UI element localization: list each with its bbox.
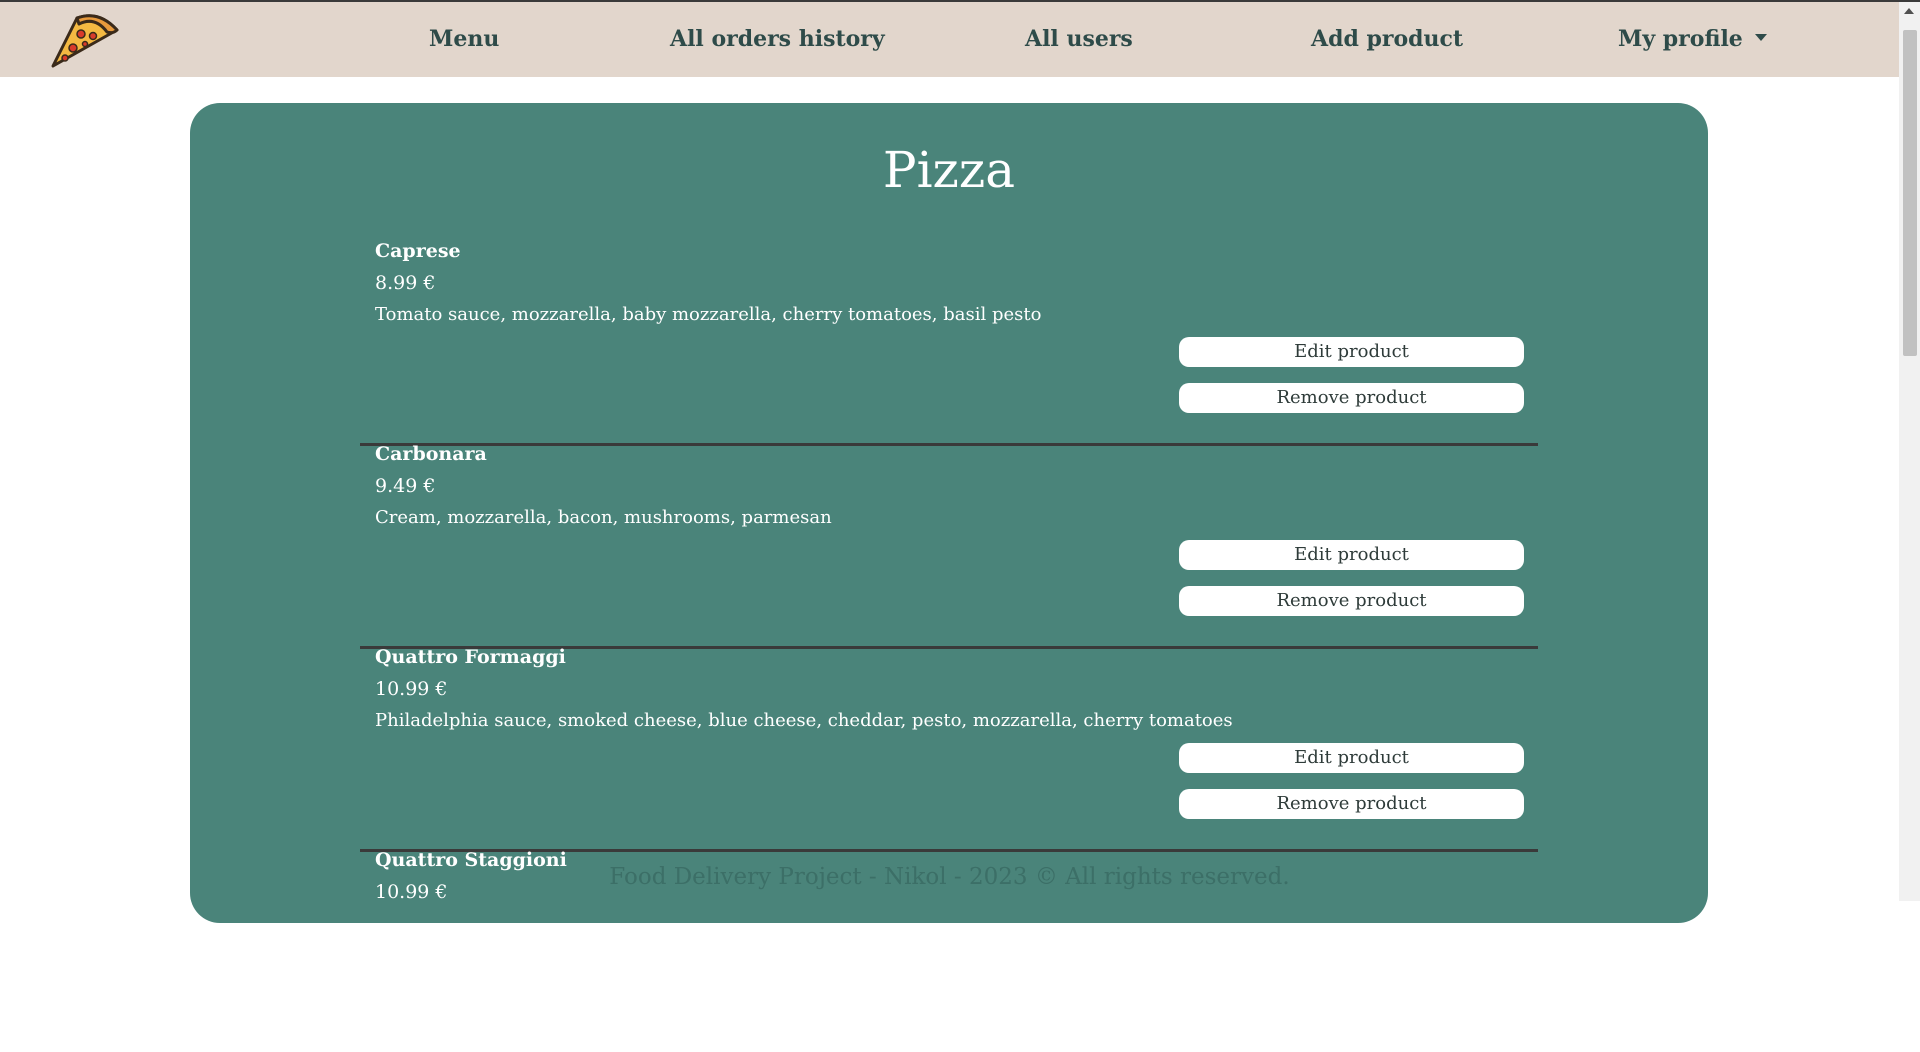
product-description: Cream, mozzarella, bacon, mushrooms, par…: [375, 507, 832, 528]
product-name: Carbonara: [375, 443, 487, 465]
chevron-down-icon: [1754, 33, 1767, 41]
footer-copyright: Food Delivery Project - Nikol - 2023 © A…: [609, 864, 1290, 890]
remove-product-button[interactable]: Remove product: [1179, 586, 1524, 616]
profile-label: My profile: [1618, 26, 1743, 52]
nav-my-profile-dropdown[interactable]: My profile: [1618, 24, 1767, 54]
nav-menu[interactable]: Menu: [429, 24, 499, 54]
pizza-slice-icon[interactable]: [47, 8, 123, 72]
product-list-panel: Pizza Caprese 8.99 € Tomato sauce, mozza…: [190, 103, 1708, 923]
product-item: Caprese 8.99 € Tomato sauce, mozzarella,…: [360, 240, 1538, 446]
vertical-scrollbar[interactable]: [1899, 2, 1920, 901]
product-description: Philadelphia sauce, smoked cheese, blue …: [375, 710, 1233, 731]
product-item: Quattro Formaggi 10.99 € Philadelphia sa…: [360, 646, 1538, 852]
section-title: Pizza: [882, 141, 1016, 199]
scrollbar-thumb[interactable]: [1903, 30, 1917, 356]
remove-product-button[interactable]: Remove product: [1179, 789, 1524, 819]
product-item: Carbonara 9.49 € Cream, mozzarella, baco…: [360, 443, 1538, 649]
navbar: Menu All orders history All users Add pr…: [0, 2, 1899, 77]
edit-product-button[interactable]: Edit product: [1179, 540, 1524, 570]
scroll-up-arrow-icon[interactable]: [1904, 8, 1914, 14]
product-price: 9.49 €: [375, 475, 436, 497]
nav-add-product[interactable]: Add product: [1311, 24, 1463, 54]
edit-product-button[interactable]: Edit product: [1179, 337, 1524, 367]
product-description: Tomato sauce, mozzarella, baby mozzarell…: [375, 304, 1042, 325]
product-name: Quattro Formaggi: [375, 646, 566, 668]
nav-all-orders-history[interactable]: All orders history: [670, 24, 885, 54]
product-price: 8.99 €: [375, 272, 436, 294]
remove-product-button[interactable]: Remove product: [1179, 383, 1524, 413]
product-name: Caprese: [375, 240, 461, 262]
product-price: 10.99 €: [375, 678, 448, 700]
nav-all-users[interactable]: All users: [1025, 24, 1133, 54]
edit-product-button[interactable]: Edit product: [1179, 743, 1524, 773]
